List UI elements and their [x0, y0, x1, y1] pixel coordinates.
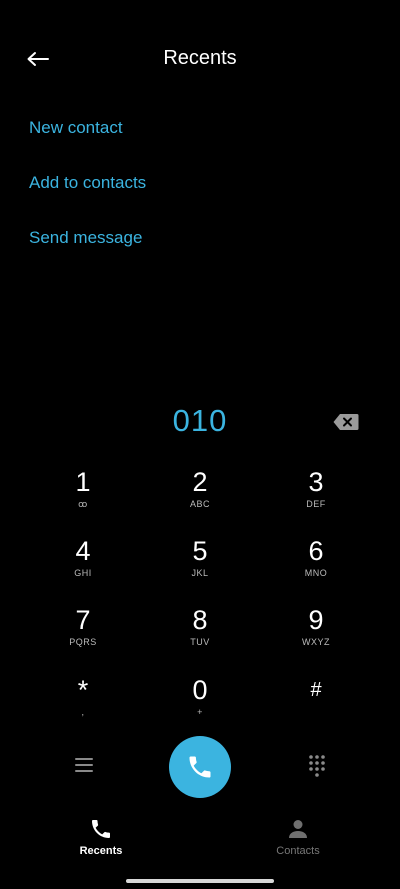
key-9[interactable]: 9 WXYZ: [266, 604, 366, 666]
tab-label: Recents: [79, 845, 123, 857]
phone-icon: [92, 820, 110, 838]
backspace-icon: [333, 414, 359, 430]
key-letters: WXYZ: [302, 637, 330, 647]
voicemail-icon: ꝏ: [78, 499, 88, 509]
dialpad-icon: [309, 755, 325, 777]
key-6[interactable]: 6 MNO: [266, 535, 366, 597]
tab-label: Contacts: [276, 845, 320, 857]
key-5[interactable]: 5 JKL: [150, 535, 250, 597]
add-to-contacts-link[interactable]: Add to contacts: [29, 173, 146, 193]
tab-contacts[interactable]: Contacts: [238, 817, 358, 857]
key-letters: DEF: [306, 499, 326, 509]
key-letters: JKL: [191, 568, 209, 578]
key-digit: 4: [75, 536, 91, 566]
key-letters: TUV: [190, 637, 210, 647]
key-7[interactable]: 7 PQRS: [33, 604, 133, 666]
key-letters: MNO: [304, 568, 328, 578]
key-letters: ,: [81, 707, 85, 717]
key-4[interactable]: 4 GHI: [33, 535, 133, 597]
key-0[interactable]: 0 +: [150, 674, 250, 736]
key-digit: 3: [308, 467, 324, 497]
key-letters: GHI: [74, 568, 92, 578]
dialer-screen: Recents New contact Add to contacts Send…: [0, 0, 400, 889]
call-button[interactable]: [169, 736, 231, 798]
key-letters: PQRS: [69, 637, 97, 647]
backspace-button[interactable]: [332, 411, 360, 433]
new-contact-link[interactable]: New contact: [29, 118, 123, 138]
key-digit: 6: [308, 536, 324, 566]
key-letters: +: [197, 707, 203, 717]
phone-icon: [189, 756, 211, 778]
send-message-link[interactable]: Send message: [29, 228, 142, 248]
person-icon: [289, 820, 307, 838]
key-digit: 1: [75, 467, 91, 497]
key-star[interactable]: * ,: [33, 674, 133, 736]
home-indicator[interactable]: [126, 879, 274, 883]
key-digit: 7: [75, 605, 91, 635]
key-digit: #: [310, 679, 322, 701]
key-8[interactable]: 8 TUV: [150, 604, 250, 666]
dialpad-toggle-button[interactable]: [305, 753, 329, 777]
key-digit: 9: [308, 605, 324, 635]
key-2[interactable]: 2 ABC: [150, 466, 250, 528]
page-title: Recents: [163, 47, 237, 69]
menu-icon: [75, 758, 93, 772]
tab-recents[interactable]: Recents: [41, 817, 161, 857]
key-digit: 0: [192, 675, 208, 705]
key-digit: *: [77, 675, 89, 705]
key-hash[interactable]: #: [266, 674, 366, 736]
menu-button[interactable]: [72, 753, 96, 777]
key-digit: 8: [192, 605, 208, 635]
key-letters: ABC: [189, 499, 210, 509]
key-1[interactable]: 1 ꝏ: [33, 466, 133, 528]
key-digit: 2: [192, 467, 208, 497]
key-digit: 5: [192, 536, 208, 566]
key-3[interactable]: 3 DEF: [266, 466, 366, 528]
